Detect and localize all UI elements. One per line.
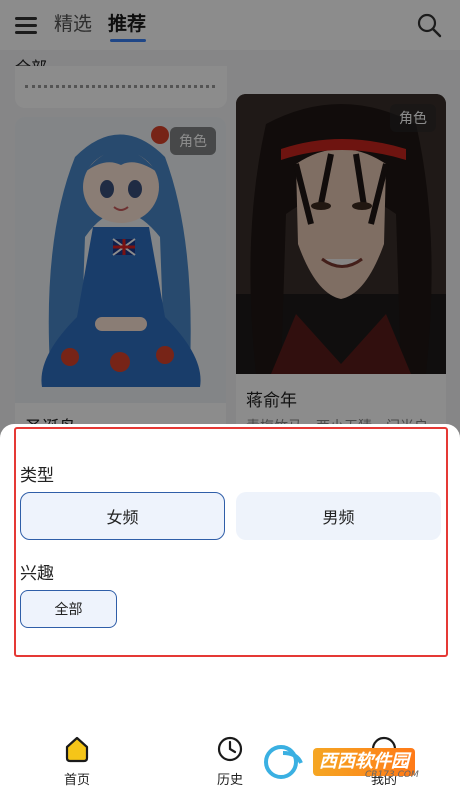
watermark-url: CR173.COM [365, 770, 419, 780]
nav-history-label: 历史 [216, 773, 243, 788]
watermark-emblem-icon [264, 745, 303, 779]
nav-home-label: 首页 [63, 773, 90, 788]
watermark-logo: 西西软件园 CR173.COM [261, 744, 441, 780]
highlight-annotation-box [14, 427, 448, 657]
clock-icon [217, 736, 243, 762]
nav-history[interactable]: 历史 [200, 735, 260, 788]
nav-home[interactable]: 首页 [47, 735, 107, 788]
home-icon [65, 736, 89, 763]
